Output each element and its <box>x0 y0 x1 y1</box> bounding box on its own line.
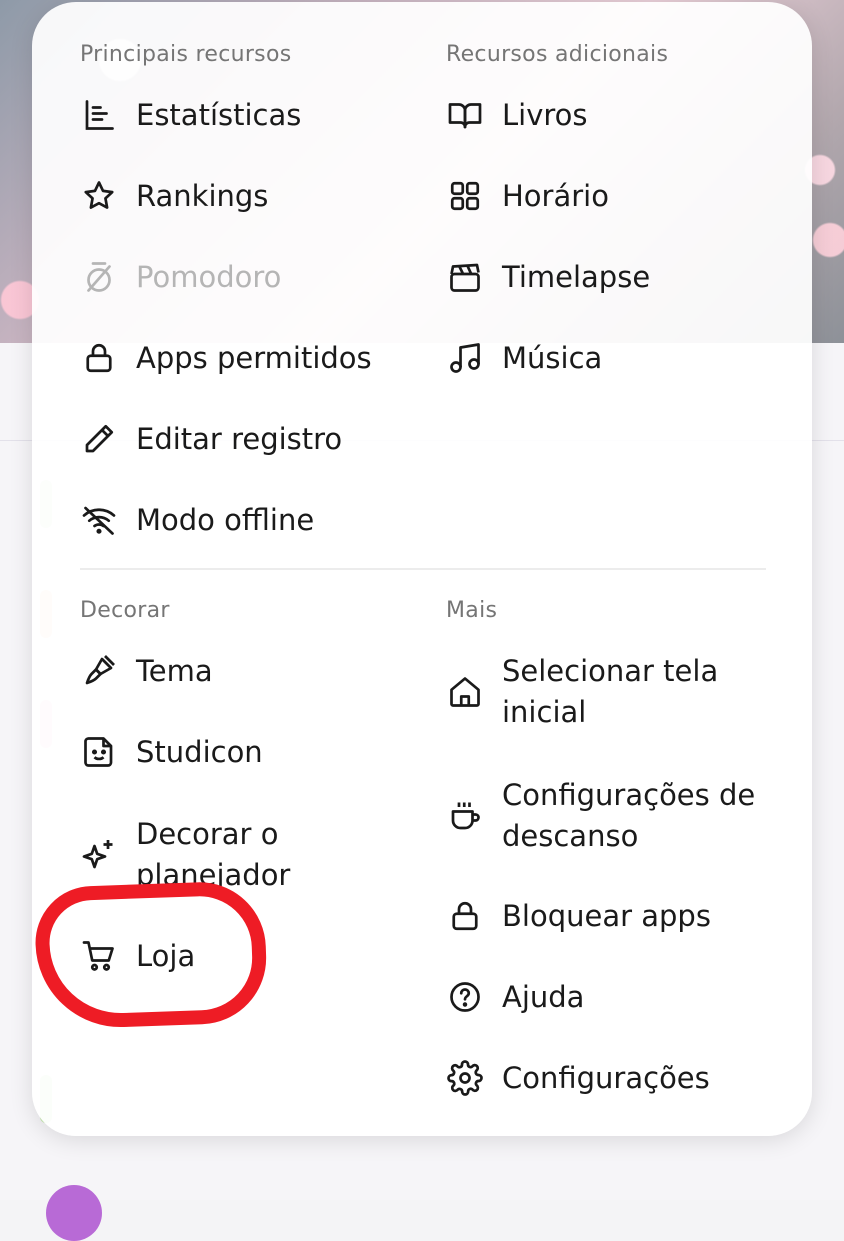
book-icon <box>446 96 484 134</box>
menu-item-editar-registro[interactable]: Editar registro <box>80 416 342 462</box>
sticker-icon <box>80 733 118 771</box>
menu-item-configuracoes[interactable]: Configurações <box>446 1055 710 1101</box>
menu-item-loja[interactable]: Loja <box>80 933 195 979</box>
gear-icon <box>446 1059 484 1097</box>
wifi-off-icon <box>80 501 118 539</box>
star-icon <box>80 177 118 215</box>
avatar <box>46 1185 102 1241</box>
cart-icon <box>80 937 118 975</box>
section-title-main: Principais recursos <box>80 42 292 67</box>
menu-item-label: Configurações de descanso <box>502 778 756 853</box>
menu-item-label: Modo offline <box>136 503 315 537</box>
menu-item-modo-offline[interactable]: Modo offline <box>80 497 314 543</box>
timer-off-icon <box>80 258 118 296</box>
menu-item-livros[interactable]: Livros <box>446 92 588 138</box>
menu-item-musica[interactable]: Música <box>446 335 602 381</box>
clapperboard-icon <box>446 258 484 296</box>
menu-item-label: Apps permitidos <box>136 341 372 375</box>
music-note-icon <box>446 339 484 377</box>
menu-item-label: Livros <box>502 98 588 132</box>
menu-item-timelapse[interactable]: Timelapse <box>446 254 650 300</box>
menu-item-label: Studicon <box>136 735 263 769</box>
menu-item-label: Decorar o planejador <box>136 817 291 892</box>
menu-item-tema[interactable]: Tema <box>80 648 213 694</box>
menu-item-studicon[interactable]: Studicon <box>80 729 263 775</box>
lock-icon <box>446 897 484 935</box>
menu-item-label: Bloquear apps <box>502 899 711 933</box>
section-title-decor: Decorar <box>80 598 170 623</box>
menu-item-label: Tema <box>136 654 213 688</box>
menu-item-label: Ajuda <box>502 980 585 1014</box>
menu-item-horario[interactable]: Horário <box>446 173 609 219</box>
help-circle-icon <box>446 978 484 1016</box>
menu-item-label: Rankings <box>136 179 269 213</box>
menu-item-label: Pomodoro <box>136 260 282 294</box>
bar-chart-icon <box>80 96 118 134</box>
menu-item-decorar-planejador[interactable]: Decorar o planejador <box>80 814 380 896</box>
grid-icon <box>446 177 484 215</box>
lock-icon <box>80 339 118 377</box>
paintbrush-icon <box>80 652 118 690</box>
pencil-icon <box>80 420 118 458</box>
menu-item-label: Timelapse <box>502 260 651 294</box>
menu-item-label: Música <box>502 341 603 375</box>
menu-item-label: Configurações <box>502 1061 710 1095</box>
section-title-extra: Recursos adicionais <box>446 42 669 67</box>
section-divider <box>80 568 766 570</box>
menu-item-estatisticas[interactable]: Estatísticas <box>80 92 301 138</box>
menu-item-label: Editar registro <box>136 422 343 456</box>
menu-item-ajuda[interactable]: Ajuda <box>446 974 584 1020</box>
menu-item-bloquear-apps[interactable]: Bloquear apps <box>446 893 711 939</box>
section-title-more: Mais <box>446 598 498 623</box>
home-icon <box>446 673 484 711</box>
menu-item-label: Estatísticas <box>136 98 302 132</box>
coffee-cup-icon <box>446 797 484 835</box>
feature-menu: Principais recursos Estatísticas Ranking… <box>32 2 812 1136</box>
menu-item-label: Loja <box>136 939 196 973</box>
menu-item-pomodoro[interactable]: Pomodoro <box>80 254 281 300</box>
menu-item-label: Selecionar tela inicial <box>502 654 719 729</box>
menu-item-selecionar-tela-inicial[interactable]: Selecionar tela inicial <box>446 651 766 733</box>
menu-item-apps-permitidos[interactable]: Apps permitidos <box>80 335 372 381</box>
menu-item-label: Horário <box>502 179 609 213</box>
menu-item-configuracoes-descanso[interactable]: Configurações de descanso <box>446 775 786 857</box>
menu-item-rankings[interactable]: Rankings <box>80 173 268 219</box>
sparkles-icon <box>80 836 118 874</box>
